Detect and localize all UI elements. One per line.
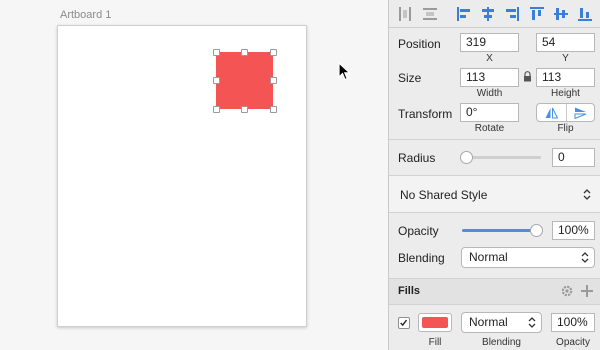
fill-blending-select[interactable]: Normal — [461, 312, 542, 333]
align-horizontal-center-icon[interactable] — [479, 5, 497, 23]
align-right-icon[interactable] — [503, 5, 521, 23]
size-width-input[interactable]: 113 — [460, 68, 519, 87]
position-label: Position — [398, 37, 441, 51]
fill-label: Fill — [428, 337, 442, 348]
fill-color-well[interactable] — [418, 313, 452, 332]
resize-handle-bottom-right[interactable] — [270, 106, 277, 113]
flip-label: Flip — [557, 123, 574, 134]
checkmark-icon — [400, 319, 408, 327]
fill-blending-value: Normal — [469, 315, 508, 329]
align-left-icon[interactable] — [455, 5, 473, 23]
fill-color-swatch — [422, 317, 448, 328]
inspector-panel: Position 319 X 54 Y Size 113 Width 113 H… — [388, 0, 600, 350]
opacity-slider-track[interactable] — [462, 229, 538, 232]
blending-select[interactable]: Normal — [461, 247, 595, 268]
fill-row: Fill Normal Blending 100% Opacity — [389, 305, 600, 350]
position-y-input[interactable]: 54 — [536, 33, 595, 52]
radius-section: Radius 0 — [389, 140, 600, 176]
chevron-updown-icon — [528, 317, 536, 328]
radius-slider-track[interactable] — [465, 156, 541, 159]
fills-header: Fills — [389, 279, 600, 305]
blending-select-value: Normal — [469, 250, 508, 264]
opacity-blending-section: Opacity 100% Blending Normal — [389, 213, 600, 279]
blending-label: Blending — [398, 251, 445, 265]
radius-label: Radius — [398, 151, 436, 165]
resize-handle-bottom-left[interactable] — [213, 106, 220, 113]
fill-enabled-checkbox[interactable] — [398, 317, 410, 329]
fill-blending-label: Blending — [482, 337, 521, 348]
align-bottom-icon[interactable] — [576, 5, 594, 23]
size-height-label: Height — [551, 88, 580, 99]
shared-style-section: No Shared Style — [389, 176, 600, 213]
resize-handle-right[interactable] — [270, 77, 277, 84]
size-label: Size — [398, 71, 422, 85]
position-y-label: Y — [562, 53, 569, 64]
chevron-updown-icon — [581, 252, 589, 263]
fills-title: Fills — [398, 285, 421, 297]
add-fill-icon[interactable] — [580, 284, 594, 298]
artboard-title[interactable]: Artboard 1 — [60, 9, 111, 21]
mouse-cursor-icon — [338, 62, 352, 81]
resize-handle-bottom[interactable] — [241, 106, 248, 113]
radius-input[interactable]: 0 — [552, 148, 595, 167]
size-width-label: Width — [476, 88, 503, 99]
geometry-section: Position 319 X 54 Y Size 113 Width 113 H… — [389, 28, 600, 140]
position-x-label: X — [486, 53, 493, 64]
resize-handle-top[interactable] — [241, 49, 248, 56]
opacity-slider-knob[interactable] — [530, 224, 543, 237]
rotate-label: Rotate — [474, 123, 505, 134]
radius-slider-knob[interactable] — [460, 151, 473, 164]
fill-opacity-input[interactable]: 100% — [551, 313, 595, 332]
shared-style-select[interactable]: No Shared Style — [400, 188, 487, 202]
canvas[interactable]: Artboard 1 — [0, 0, 388, 350]
gear-icon[interactable] — [560, 284, 574, 298]
selected-rectangle-shape[interactable] — [216, 52, 273, 109]
flip-buttons — [536, 103, 595, 122]
position-x-input[interactable]: 319 — [460, 33, 519, 52]
transform-label: Transform — [398, 107, 453, 121]
fill-opacity-label: Opacity — [556, 337, 590, 348]
rotate-input[interactable]: 0° — [460, 103, 519, 122]
align-top-icon[interactable] — [528, 5, 546, 23]
resize-handle-top-left[interactable] — [213, 49, 220, 56]
resize-handle-top-right[interactable] — [270, 49, 277, 56]
distribute-vertical-icon[interactable] — [421, 5, 439, 23]
opacity-input[interactable]: 100% — [552, 221, 595, 240]
flip-vertical-icon[interactable] — [574, 107, 587, 119]
opacity-label: Opacity — [398, 224, 439, 238]
chevron-updown-icon[interactable] — [583, 188, 591, 201]
distribute-horizontal-icon[interactable] — [396, 5, 414, 23]
resize-handle-left[interactable] — [213, 77, 220, 84]
align-vertical-center-icon[interactable] — [552, 5, 570, 23]
alignment-toolbar — [389, 0, 600, 28]
size-height-input[interactable]: 113 — [536, 68, 595, 87]
lock-icon[interactable] — [523, 71, 532, 82]
flip-horizontal-icon[interactable] — [545, 107, 558, 119]
